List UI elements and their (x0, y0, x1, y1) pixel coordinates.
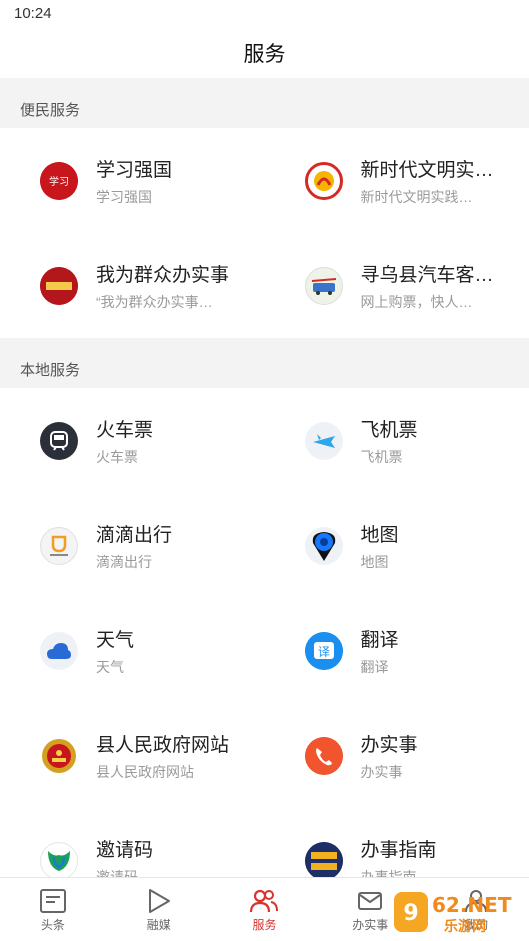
civilization-icon (304, 161, 343, 200)
service-tile-government[interactable]: 县人民政府网站 县人民政府网站 (0, 703, 265, 808)
phone-icon (304, 736, 343, 775)
headline-icon (39, 886, 67, 916)
service-tile-xuexi[interactable]: 学习 学习强国 学习强国 (0, 128, 265, 233)
mail-icon (357, 886, 383, 916)
service-grid-local: 火车票 火车票 飞机票 飞机票 滴滴出行 滴滴出行 地图 地图 天气 天气 译 … (0, 388, 529, 877)
play-icon (146, 886, 172, 916)
nav-tab-headline[interactable]: 头条 (0, 878, 106, 941)
emblem-icon (40, 736, 78, 775)
tile-subtitle: “我为群众办实事… (96, 293, 213, 310)
status-bar: 10:24 (0, 0, 529, 28)
section-label: 本地服务 (20, 362, 81, 379)
tile-title: 新时代文明实… (360, 159, 494, 181)
svg-text:学习: 学习 (49, 175, 69, 188)
tile-title: 滴滴出行 (96, 524, 173, 546)
service-tile-civilization[interactable]: 新时代文明实… 新时代文明实践… (265, 128, 529, 233)
map-pin-icon (304, 526, 343, 565)
tile-subtitle: 办实事 (360, 763, 403, 780)
watermark-logo: 9 62.NET 乐游网 (392, 888, 524, 936)
translate-icon: 译 (304, 631, 343, 670)
xuexi-qiangguo-icon: 学习 (40, 161, 78, 200)
tile-subtitle: 学习强国 (96, 188, 152, 205)
train-icon (40, 421, 78, 460)
tile-title: 学习强国 (96, 159, 173, 181)
tile-subtitle: 地图 (360, 553, 389, 570)
services-content[interactable]: 便民服务 学习 学习强国 学习强国 新时代文明实… 新时代文明实践… 我为群众办… (0, 78, 529, 877)
didi-icon (40, 526, 78, 565)
svg-text:9: 9 (403, 901, 418, 926)
nav-tab-media[interactable]: 融媒 (106, 878, 212, 941)
tile-subtitle: 火车票 (96, 448, 138, 465)
tile-title: 办实事 (360, 734, 418, 756)
service-tile-airplane[interactable]: 飞机票 飞机票 (265, 388, 529, 493)
nav-tab-services[interactable]: 服务 (212, 878, 318, 941)
service-tile-weather[interactable]: 天气 天气 (0, 598, 265, 703)
page-title-bar: 服务 (0, 28, 529, 78)
nav-label: 头条 (40, 918, 65, 932)
tile-title: 办事指南 (360, 839, 437, 861)
service-tile-map[interactable]: 地图 地图 (265, 493, 529, 598)
tile-subtitle: 网上购票，快人… (360, 293, 473, 310)
service-tile-guide[interactable]: 办事指南 办事指南 (265, 808, 529, 877)
tile-subtitle: 天气 (96, 658, 124, 675)
tile-title: 火车票 (96, 419, 154, 441)
svg-text:62.NET: 62.NET (432, 893, 512, 917)
section-header-local: 本地服务 (0, 338, 529, 388)
tile-subtitle: 飞机票 (360, 448, 403, 465)
svg-text:译: 译 (317, 645, 329, 659)
tile-subtitle: 新时代文明实践… (360, 188, 473, 205)
nav-label: 服务 (252, 918, 277, 932)
serve-people-icon (40, 266, 78, 305)
tile-title: 地图 (360, 524, 399, 546)
tile-title: 邀请码 (96, 839, 154, 861)
service-tile-translate[interactable]: 译 翻译 翻译 (265, 598, 529, 703)
airplane-icon (304, 421, 343, 460)
service-tile-train[interactable]: 火车票 火车票 (0, 388, 265, 493)
watermark-subtext: 乐游网 (444, 918, 486, 934)
bus-station-icon (304, 266, 343, 305)
nav-label: 办实事 (352, 918, 389, 932)
service-grid-convenience: 学习 学习强国 学习强国 新时代文明实… 新时代文明实践… 我为群众办实事 “我… (0, 128, 529, 338)
section-label: 便民服务 (20, 102, 81, 119)
status-time: 10:24 (14, 5, 52, 22)
service-tile-banshishi[interactable]: 办实事 办实事 (265, 703, 529, 808)
tile-title: 寻乌县汽车客… (360, 264, 494, 286)
page-title: 服务 (243, 43, 286, 66)
service-tile-serve-people[interactable]: 我为群众办实事 “我为群众办实事… (0, 233, 265, 338)
service-tile-didi[interactable]: 滴滴出行 滴滴出行 (0, 493, 265, 598)
tile-title: 县人民政府网站 (96, 734, 230, 756)
tile-subtitle: 办事指南 (360, 868, 417, 878)
tile-subtitle: 滴滴出行 (96, 553, 152, 570)
nav-label: 融媒 (146, 918, 171, 932)
tile-title: 天气 (96, 629, 135, 651)
tile-subtitle: 县人民政府网站 (96, 763, 194, 780)
service-tile-bus-station[interactable]: 寻乌县汽车客… 网上购票，快人… (265, 233, 529, 338)
tile-title: 我为群众办实事 (96, 264, 230, 286)
tile-title: 飞机票 (360, 419, 418, 441)
service-tile-invite[interactable]: 邀请码 邀请码 (0, 808, 265, 877)
tile-title: 翻译 (360, 629, 399, 651)
cloud-icon (40, 631, 78, 670)
guide-icon (304, 841, 343, 877)
tile-subtitle: 邀请码 (96, 868, 138, 878)
people-icon (249, 886, 279, 916)
section-header-convenience: 便民服务 (0, 78, 529, 128)
tile-subtitle: 翻译 (360, 658, 389, 675)
invite-icon (40, 841, 78, 877)
